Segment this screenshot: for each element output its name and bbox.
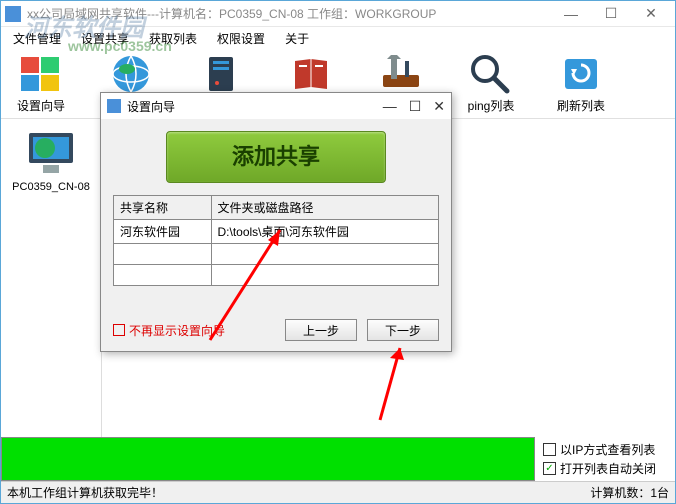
dialog-minimize-button[interactable]: — (383, 98, 397, 115)
menu-get-list[interactable]: 获取列表 (141, 28, 205, 49)
app-icon (5, 6, 21, 22)
status-left: 本机工作组计算机获取完毕！ (7, 484, 163, 501)
menu-set-share[interactable]: 设置共享 (73, 28, 137, 49)
computer-item[interactable]: PC0359_CN-08 (11, 129, 91, 193)
checkbox-icon (543, 443, 556, 456)
minimize-button[interactable]: — (551, 2, 591, 26)
col-folder-path[interactable]: 文件夹或磁盘路径 (211, 196, 439, 220)
add-share-button[interactable]: 添加共享 (166, 131, 386, 183)
menubar: 文件管理 设置共享 获取列表 权限设置 关于 (1, 27, 675, 49)
dialog-body: 添加共享 共享名称 文件夹或磁盘路径 河东软件园 D:\tools\桌面\河东软… (101, 119, 451, 338)
cell-share-name: 河东软件园 (114, 220, 212, 244)
dialog-titlebar[interactable]: 设置向导 — ☐ ✕ (101, 93, 451, 119)
option-ip-view[interactable]: 以IP方式查看列表 (543, 441, 667, 458)
maximize-button[interactable]: ☐ (591, 2, 631, 26)
toolbar-refresh[interactable]: 刷新列表 (551, 53, 611, 114)
cell-folder-path: D:\tools\桌面\河东软件园 (211, 220, 439, 244)
toolbar-label: 设置向导 (17, 97, 65, 114)
dialog-close-button[interactable]: ✕ (433, 98, 445, 115)
progress-bar (1, 437, 535, 481)
bottom-bar: 以IP方式查看列表 ✓ 打开列表自动关闭 (1, 437, 675, 481)
menu-about[interactable]: 关于 (277, 28, 317, 49)
toolbar-label: 刷新列表 (557, 97, 605, 114)
server-icon (197, 53, 245, 95)
checkbox-icon: ✓ (543, 462, 556, 475)
toolbar-setup-wizard[interactable]: 设置向导 (11, 53, 71, 114)
computer-icon (23, 129, 79, 177)
status-right: 计算机数：1台 (590, 484, 669, 501)
toolbar-label: ping列表 (468, 97, 515, 114)
tools-icon (377, 53, 425, 95)
titlebar: xx公司局域网共享软件---计算机名：PC0359_CN-08 工作组：WORK… (1, 1, 675, 27)
table-row (114, 244, 439, 265)
dialog-title: 设置向导 (127, 98, 383, 115)
windows-icon (17, 53, 65, 95)
computer-name: PC0359_CN-08 (12, 181, 90, 193)
table-row (114, 265, 439, 286)
checkbox-icon (113, 324, 125, 336)
window-controls: — ☐ ✕ (551, 2, 671, 26)
menu-file-manage[interactable]: 文件管理 (5, 28, 69, 49)
globe-icon (107, 53, 155, 95)
option-label: 以IP方式查看列表 (560, 441, 655, 458)
next-button[interactable]: 下一步 (367, 319, 439, 341)
col-share-name[interactable]: 共享名称 (114, 196, 212, 220)
menu-permissions[interactable]: 权限设置 (209, 28, 273, 49)
table-row[interactable]: 河东软件园 D:\tools\桌面\河东软件园 (114, 220, 439, 244)
option-auto-close[interactable]: ✓ 打开列表自动关闭 (543, 460, 667, 477)
dialog-icon (107, 99, 121, 113)
statusbar: 本机工作组计算机获取完毕！ 计算机数：1台 (1, 481, 675, 503)
dialog-maximize-button[interactable]: ☐ (409, 98, 422, 115)
computer-list-panel: PC0359_CN-08 (1, 119, 101, 449)
dialog-footer: 不再显示设置向导 上一步 下一步 (113, 319, 439, 341)
no-show-label: 不再显示设置向导 (129, 322, 225, 339)
book-icon (287, 53, 335, 95)
window-title: xx公司局域网共享软件---计算机名：PC0359_CN-08 工作组：WORK… (27, 5, 551, 22)
share-table: 共享名称 文件夹或磁盘路径 河东软件园 D:\tools\桌面\河东软件园 (113, 195, 439, 286)
magnifier-icon (467, 53, 515, 95)
refresh-icon (557, 53, 605, 95)
prev-button[interactable]: 上一步 (285, 319, 357, 341)
option-label: 打开列表自动关闭 (560, 460, 656, 477)
setup-wizard-dialog: 设置向导 — ☐ ✕ 添加共享 共享名称 文件夹或磁盘路径 河东软件园 D:\t… (100, 92, 452, 352)
toolbar-ping-list[interactable]: ping列表 (461, 53, 521, 114)
no-show-wizard-checkbox[interactable]: 不再显示设置向导 (113, 322, 225, 339)
bottom-options: 以IP方式查看列表 ✓ 打开列表自动关闭 (535, 437, 675, 481)
close-button[interactable]: ✕ (631, 2, 671, 26)
